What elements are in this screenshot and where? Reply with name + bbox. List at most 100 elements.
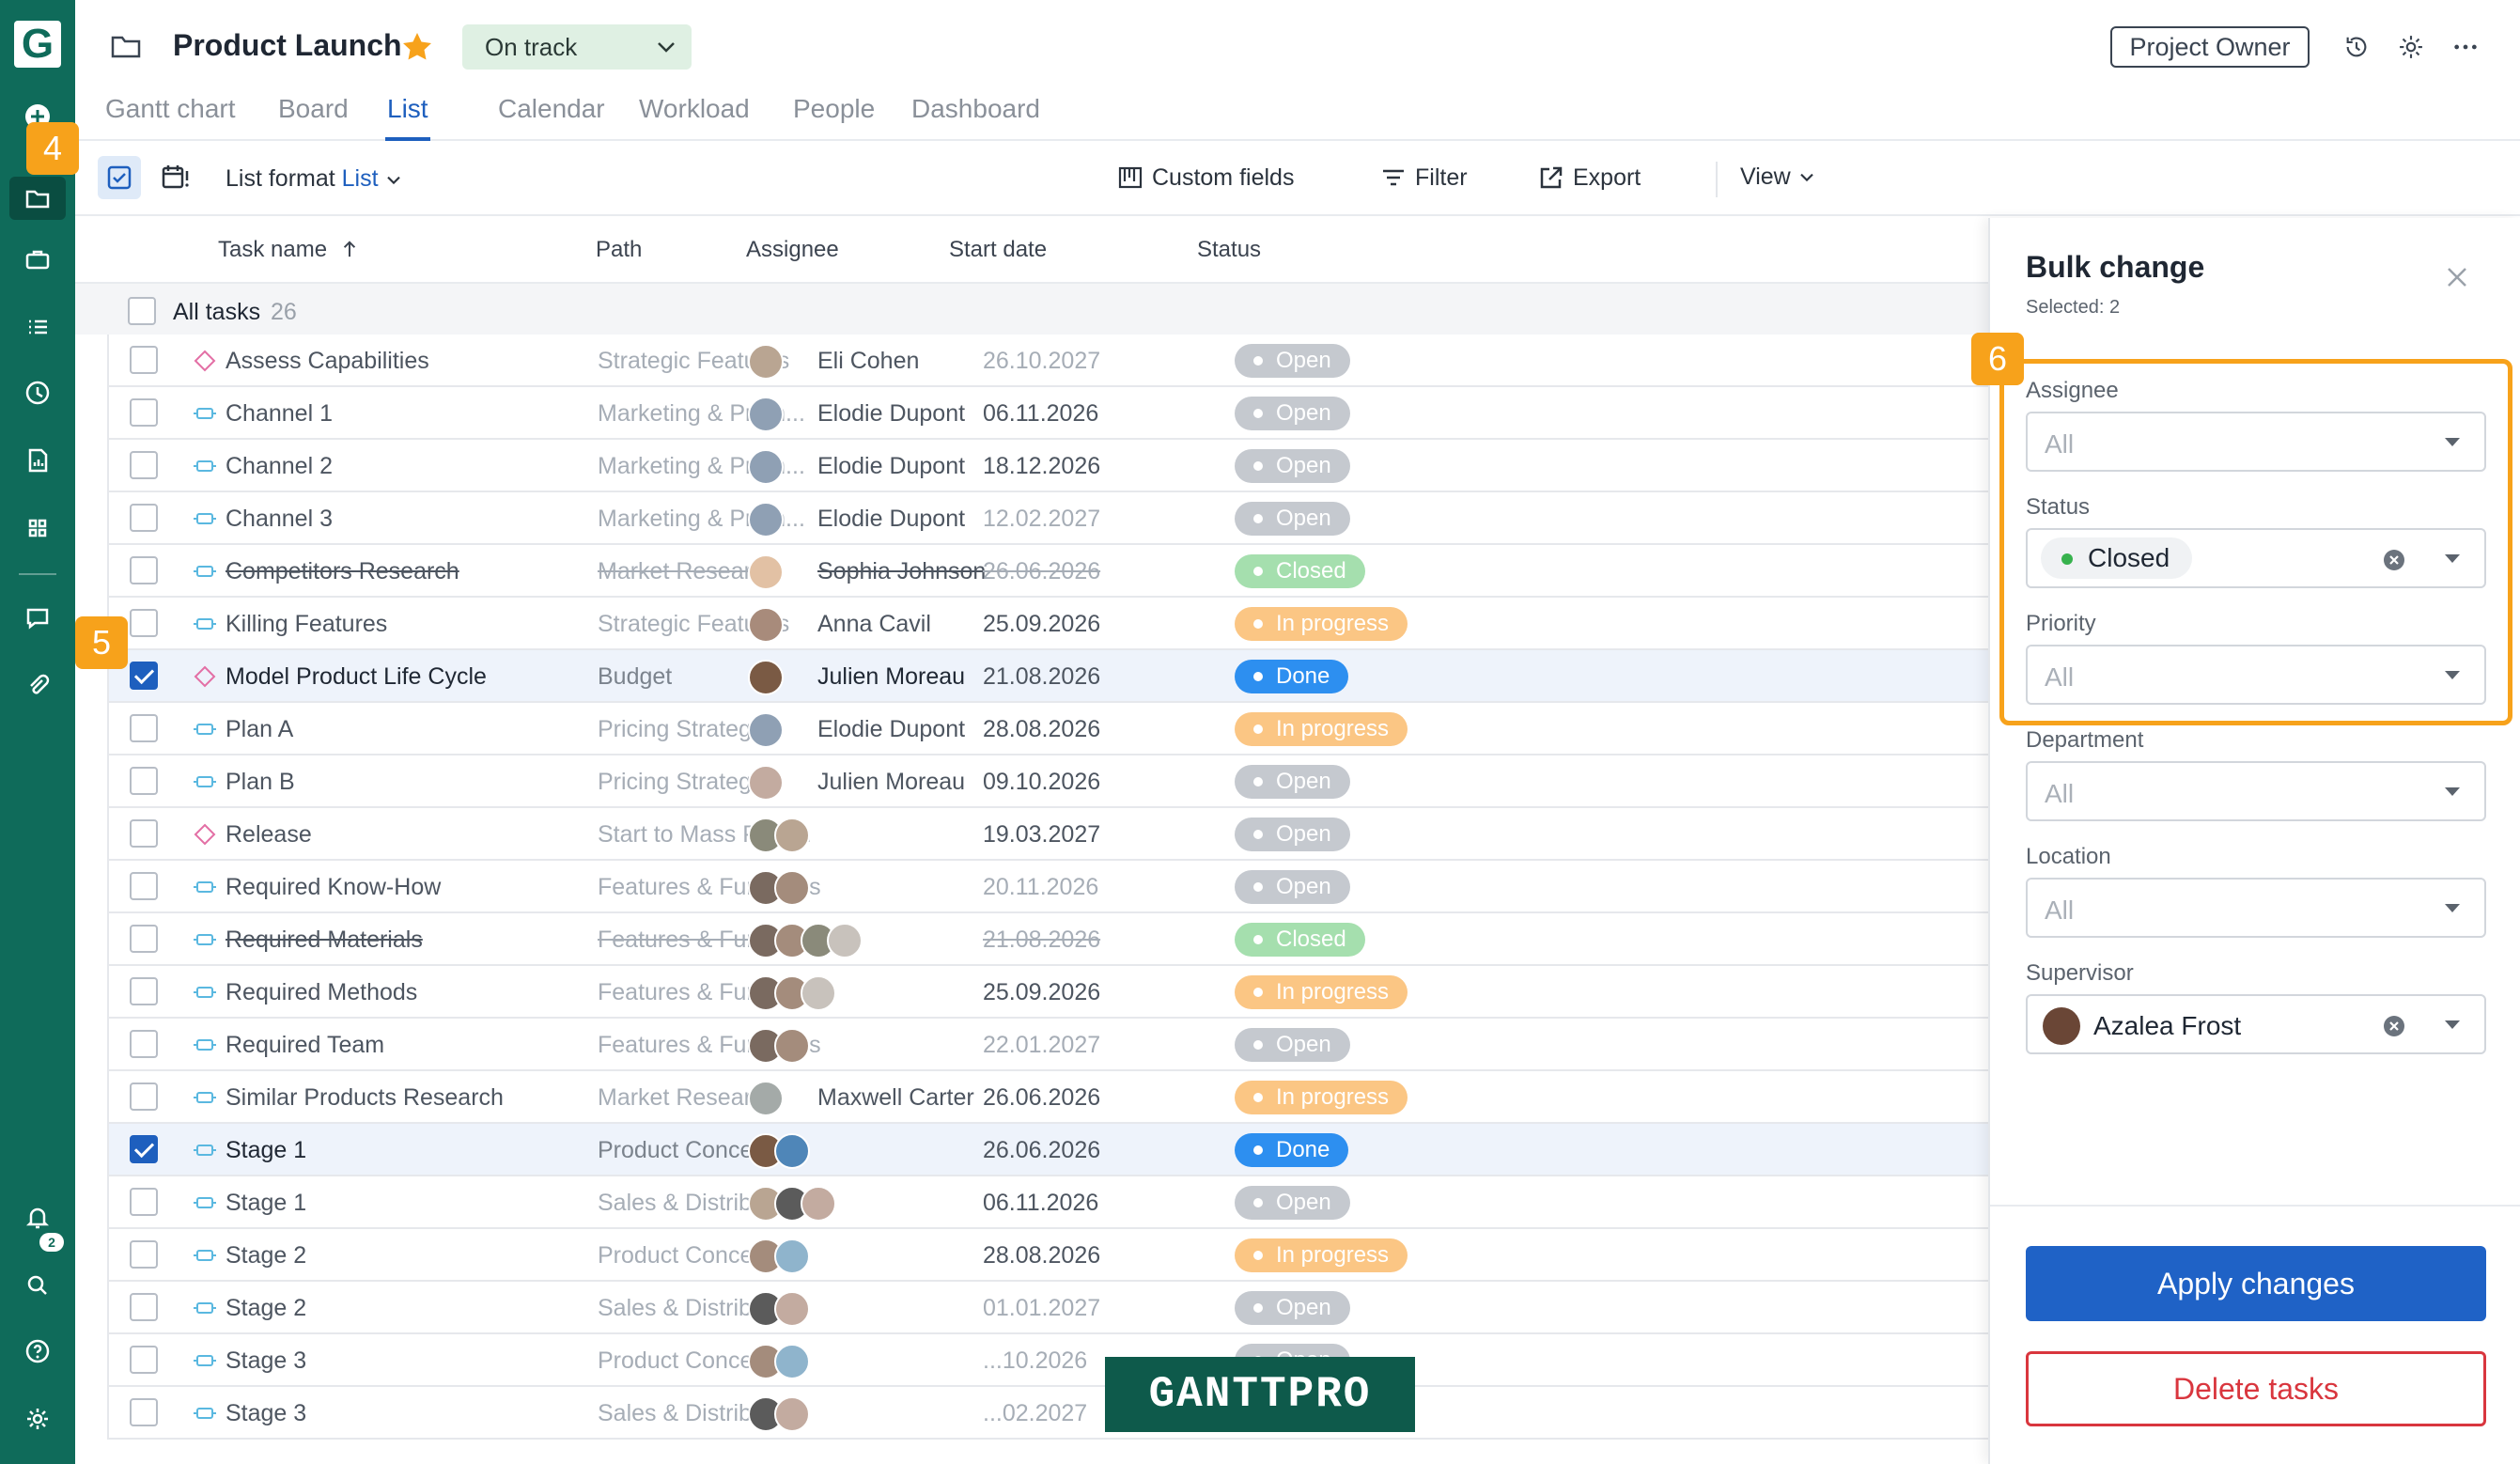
- more-options-icon[interactable]: [2447, 28, 2484, 66]
- history-icon[interactable]: [2338, 28, 2375, 66]
- status-badge[interactable]: Open: [1235, 502, 1350, 536]
- task-name[interactable]: Channel 3: [226, 506, 333, 533]
- row-checkbox[interactable]: [130, 977, 158, 1005]
- status-badge[interactable]: Closed: [1235, 923, 1365, 957]
- task-name[interactable]: Stage 3: [226, 1400, 306, 1427]
- table-row[interactable]: Stage 1 Product Concept 26.06.2026 Done: [107, 1124, 1988, 1176]
- priority-select[interactable]: All: [2026, 645, 2486, 705]
- assignee-avatars[interactable]: [748, 502, 784, 537]
- start-date[interactable]: 19.03.2027: [983, 821, 1100, 849]
- status-badge[interactable]: In progress: [1235, 1081, 1408, 1114]
- table-row[interactable]: Stage 3Product Concept...10.2026Open: [107, 1334, 1988, 1387]
- task-list-icon[interactable]: [19, 308, 56, 346]
- start-date[interactable]: ...10.2026: [983, 1347, 1087, 1375]
- location-select[interactable]: All: [2026, 878, 2486, 938]
- table-row[interactable]: Required Materials Features & Functions 21…: [107, 913, 1988, 966]
- project-settings-icon[interactable]: [2392, 28, 2430, 66]
- portfolio-icon[interactable]: [19, 241, 56, 278]
- start-date[interactable]: 12.02.2027: [983, 506, 1100, 533]
- start-date[interactable]: 25.09.2026: [983, 611, 1100, 638]
- start-date[interactable]: 28.08.2026: [983, 1242, 1100, 1269]
- assignee-avatars[interactable]: [748, 1344, 810, 1379]
- task-name[interactable]: Competitors Research: [226, 558, 459, 585]
- assignee-avatars[interactable]: [748, 344, 784, 380]
- assignee-avatars[interactable]: [748, 712, 784, 748]
- table-row[interactable]: Stage 2 Sales & Distributio... 01.01.2027 O…: [107, 1282, 1988, 1334]
- start-date[interactable]: 09.10.2026: [983, 769, 1100, 796]
- assignee-avatars[interactable]: [748, 1133, 810, 1169]
- table-row[interactable]: Release Start to Mass Prod... 19.03.2027 Op…: [107, 808, 1988, 861]
- column-header-path[interactable]: Path: [596, 237, 642, 263]
- status-badge[interactable]: Open: [1235, 344, 1350, 378]
- status-badge[interactable]: Open: [1235, 1028, 1350, 1062]
- tab-list[interactable]: List: [387, 94, 428, 124]
- task-name[interactable]: Required Team: [226, 1032, 384, 1059]
- filter-button[interactable]: Filter: [1379, 164, 1468, 192]
- start-date[interactable]: 26.06.2026: [983, 558, 1100, 585]
- status-badge[interactable]: Open: [1235, 1291, 1350, 1325]
- table-row[interactable]: Competitors Research Market Research Sophi…: [107, 545, 1988, 598]
- search-icon[interactable]: [19, 1267, 56, 1304]
- status-badge[interactable]: Open: [1235, 818, 1350, 851]
- table-row[interactable]: Killing Features Strategic Features Anna C…: [107, 598, 1988, 650]
- status-badge[interactable]: In progress: [1235, 607, 1408, 641]
- task-name[interactable]: Stage 3: [226, 1347, 306, 1375]
- start-date[interactable]: 22.01.2027: [983, 1032, 1100, 1059]
- tab-workload[interactable]: Workload: [639, 94, 750, 124]
- start-date[interactable]: 06.11.2026: [983, 1190, 1098, 1217]
- status-select[interactable]: Closed: [2026, 528, 2486, 588]
- task-name[interactable]: Stage 1: [226, 1137, 306, 1164]
- column-header-task-name[interactable]: Task name: [218, 237, 358, 263]
- projects-folder-icon[interactable]: [19, 179, 56, 217]
- status-badge[interactable]: In progress: [1235, 1238, 1408, 1272]
- settings-gear-icon[interactable]: [19, 1400, 56, 1438]
- task-name[interactable]: Required Methods: [226, 979, 417, 1006]
- apps-grid-icon[interactable]: [19, 509, 56, 547]
- row-checkbox[interactable]: [130, 1346, 158, 1374]
- assignee-avatars[interactable]: [748, 1081, 784, 1116]
- custom-fields-button[interactable]: Custom fields: [1116, 164, 1294, 192]
- comments-icon[interactable]: [19, 600, 56, 637]
- task-name[interactable]: Killing Features: [226, 611, 387, 638]
- column-header-status[interactable]: Status: [1197, 237, 1261, 263]
- table-row[interactable]: Stage 2 Product Concept 28.08.2026 In progr…: [107, 1229, 1988, 1282]
- view-dropdown[interactable]: View: [1740, 164, 1815, 191]
- table-row[interactable]: Assess Capabilities Strategic Features Eli…: [107, 335, 1988, 387]
- row-checkbox[interactable]: [130, 504, 158, 532]
- task-name[interactable]: Stage 2: [226, 1242, 306, 1269]
- apply-changes-button[interactable]: Apply changes: [2026, 1246, 2486, 1321]
- row-checkbox[interactable]: [130, 714, 158, 742]
- start-date[interactable]: 26.06.2026: [983, 1137, 1100, 1164]
- notifications-bell-icon[interactable]: [19, 1199, 56, 1237]
- start-date[interactable]: 28.08.2026: [983, 716, 1100, 743]
- task-name[interactable]: Assess Capabilities: [226, 348, 429, 375]
- tab-calendar[interactable]: Calendar: [498, 94, 605, 124]
- task-name[interactable]: Channel 2: [226, 453, 333, 480]
- table-row[interactable]: Plan B Pricing Strategy Julien Moreau 09.10…: [107, 755, 1988, 808]
- row-checkbox[interactable]: [130, 1082, 158, 1111]
- status-badge[interactable]: Open: [1235, 397, 1350, 430]
- status-badge[interactable]: Closed: [1235, 554, 1365, 588]
- row-checkbox[interactable]: [130, 662, 158, 690]
- row-checkbox[interactable]: [130, 398, 158, 427]
- row-checkbox[interactable]: [130, 1240, 158, 1269]
- start-date[interactable]: 25.09.2026: [983, 979, 1100, 1006]
- status-badge[interactable]: In progress: [1235, 712, 1408, 746]
- start-date[interactable]: 06.11.2026: [983, 400, 1098, 428]
- assignee-avatars[interactable]: [748, 818, 810, 853]
- table-row[interactable]: Required Methods Features & Functions 25.0…: [107, 966, 1988, 1019]
- table-row[interactable]: Required Team Features & Functions 22.01.2…: [107, 1019, 1988, 1071]
- row-checkbox[interactable]: [130, 609, 158, 637]
- assignee-avatars[interactable]: [748, 397, 784, 432]
- export-button[interactable]: Export: [1537, 164, 1641, 192]
- tab-board[interactable]: Board: [278, 94, 349, 124]
- list-format-dropdown[interactable]: List format List: [226, 165, 402, 193]
- row-checkbox[interactable]: [130, 819, 158, 848]
- assignee-avatars[interactable]: [748, 1028, 810, 1064]
- column-header-start-date[interactable]: Start date: [949, 237, 1047, 263]
- calendar-alert-icon[interactable]: [156, 158, 195, 197]
- status-badge[interactable]: In progress: [1235, 975, 1408, 1009]
- help-icon[interactable]: [19, 1332, 56, 1370]
- assignee-avatars[interactable]: [748, 923, 863, 958]
- start-date[interactable]: 21.08.2026: [983, 927, 1100, 954]
